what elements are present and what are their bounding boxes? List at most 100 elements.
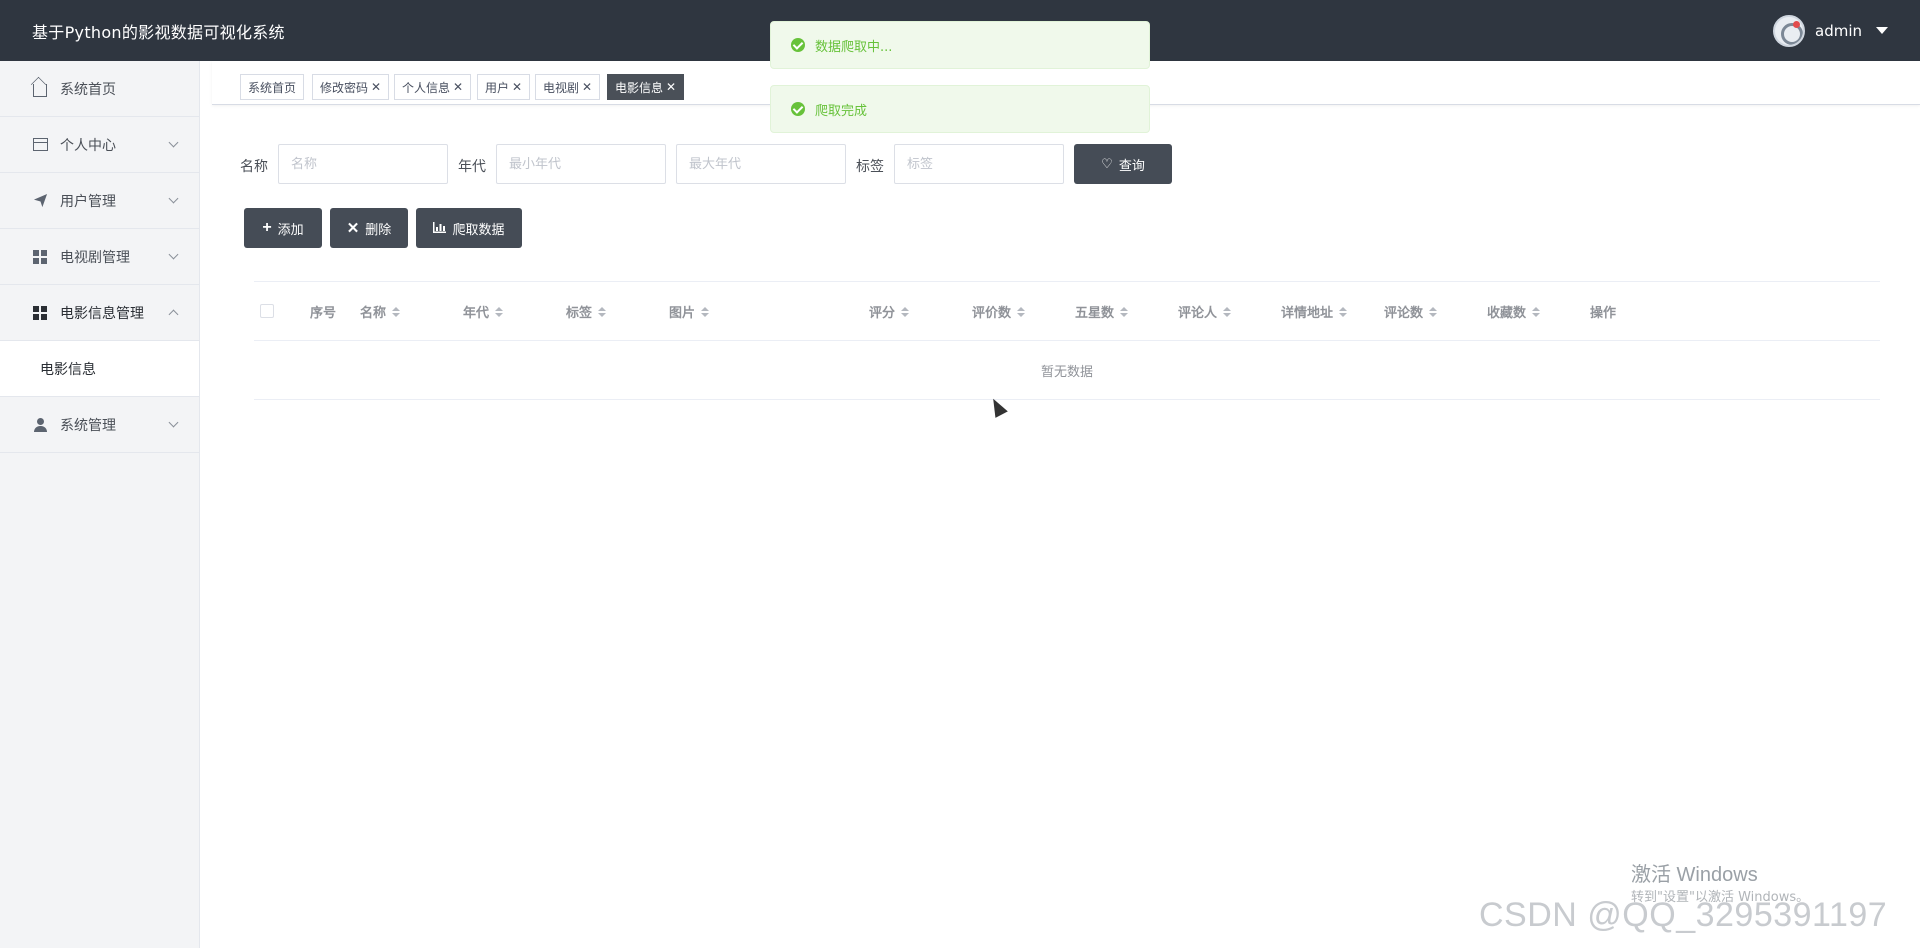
- sidebar: 系统首页 个人中心 用户管理 电视剧管理 电影信息管理 电影信息 系统管理: [0, 61, 200, 948]
- column-header[interactable]: 五星数: [1075, 302, 1129, 321]
- sidebar-item-label: 电视剧管理: [60, 249, 130, 266]
- sort-icon: [392, 306, 401, 317]
- column-header[interactable]: 标签: [566, 302, 607, 321]
- chevron-down-icon: [168, 249, 179, 260]
- crawl-data-button-label: 爬取数据: [452, 221, 505, 237]
- sort-icon: [1223, 306, 1232, 317]
- column-header[interactable]: 评论人: [1178, 302, 1232, 321]
- notification-crawl-complete: 爬取完成: [770, 85, 1150, 133]
- tag-tv-series[interactable]: 电视剧 ✕: [535, 74, 601, 100]
- crawl-data-button[interactable]: 爬取数据: [416, 208, 522, 248]
- add-button[interactable]: + 添加: [244, 208, 322, 248]
- column-header[interactable]: 评分: [869, 302, 910, 321]
- tag-personal-info[interactable]: 个人信息 ✕: [394, 74, 472, 100]
- sidebar-item-label: 用户管理: [60, 193, 116, 210]
- heart-icon: ♡: [1101, 156, 1113, 171]
- chevron-down-icon: [168, 137, 179, 148]
- movie-table: 序号 名称 年代 标签 图片 评分 评价数 五星数 评论人 详情地址 评论数 收…: [254, 281, 1880, 400]
- close-icon: ✕: [346, 220, 360, 237]
- csdn-watermark: CSDN @QQ_3295391197: [1479, 896, 1888, 934]
- close-icon[interactable]: ✕: [582, 80, 592, 94]
- app-title: 基于Python的影视数据可视化系统: [32, 22, 285, 42]
- tag-label: 个人信息: [402, 80, 451, 95]
- user-menu[interactable]: admin: [1773, 14, 1888, 47]
- chevron-down-icon: [168, 417, 179, 428]
- caret-down-icon[interactable]: [1876, 27, 1888, 34]
- tag-label: 电影信息: [615, 80, 664, 95]
- sort-icon: [598, 306, 607, 317]
- add-button-label: 添加: [277, 221, 304, 237]
- sidebar-item-system-management[interactable]: 系统管理: [0, 397, 199, 453]
- notification-text: 数据爬取中...: [815, 39, 893, 55]
- notification-crawling: 数据爬取中...: [770, 21, 1150, 69]
- column-header[interactable]: 评论数: [1384, 302, 1438, 321]
- sidebar-item-tv-management[interactable]: 电视剧管理: [0, 229, 199, 285]
- home-icon: [32, 81, 48, 97]
- success-icon: [791, 102, 805, 116]
- max-year-input[interactable]: [676, 144, 846, 184]
- column-header: 序号: [310, 306, 337, 321]
- sort-icon: [1429, 306, 1438, 317]
- sidebar-item-home[interactable]: 系统首页: [0, 61, 199, 117]
- empty-state: 暂无数据: [254, 341, 1880, 400]
- chevron-down-icon: [168, 193, 179, 204]
- query-button-label: 查询: [1118, 157, 1145, 173]
- select-all-checkbox[interactable]: [260, 304, 274, 318]
- column-header[interactable]: 详情地址: [1281, 302, 1348, 321]
- sort-icon: [1339, 306, 1348, 317]
- sidebar-item-label: 系统首页: [60, 81, 116, 98]
- person-icon: [32, 417, 48, 433]
- query-button[interactable]: ♡ 查询: [1074, 144, 1172, 184]
- column-header[interactable]: 名称: [360, 302, 401, 321]
- windows-activation-watermark: 激活 Windows: [1631, 864, 1758, 886]
- close-icon[interactable]: ✕: [371, 80, 381, 94]
- sidebar-item-user-management[interactable]: 用户管理: [0, 173, 199, 229]
- sidebar-item-movie-management[interactable]: 电影信息管理: [0, 285, 199, 341]
- sort-icon: [495, 306, 504, 317]
- tag-input[interactable]: [894, 144, 1064, 184]
- name-label: 名称: [240, 159, 268, 175]
- plus-icon: +: [262, 219, 272, 236]
- tag-movie-info[interactable]: 电影信息 ✕: [607, 74, 685, 100]
- column-header[interactable]: 评价数: [972, 302, 1026, 321]
- username[interactable]: admin: [1815, 22, 1862, 40]
- success-icon: [791, 38, 805, 52]
- delete-button[interactable]: ✕ 删除: [330, 208, 408, 248]
- sort-icon: [701, 306, 710, 317]
- sort-icon: [901, 306, 910, 317]
- column-header[interactable]: 年代: [463, 302, 504, 321]
- sort-icon: [1017, 306, 1026, 317]
- tag-home[interactable]: 系统首页: [240, 74, 305, 100]
- close-icon[interactable]: ✕: [666, 80, 676, 94]
- sidebar-item-personal-center[interactable]: 个人中心: [0, 117, 199, 173]
- send-icon: [32, 193, 48, 209]
- bar-chart-icon: [433, 221, 447, 236]
- sidebar-item-label: 电影信息管理: [60, 305, 144, 322]
- grid-icon: [32, 305, 48, 321]
- card-icon: [32, 137, 48, 153]
- close-icon[interactable]: ✕: [453, 80, 463, 94]
- tag-label: 标签: [856, 159, 884, 175]
- tag-user[interactable]: 用户 ✕: [477, 74, 531, 100]
- avatar[interactable]: [1773, 14, 1805, 47]
- tag-change-password[interactable]: 修改密码 ✕: [312, 74, 390, 100]
- sidebar-subitem-movie-info[interactable]: 电影信息: [0, 341, 199, 397]
- sort-icon: [1532, 306, 1541, 317]
- close-icon[interactable]: ✕: [512, 80, 522, 94]
- tag-label: 系统首页: [248, 80, 297, 95]
- min-year-input[interactable]: [496, 144, 666, 184]
- column-header: 操作: [1590, 306, 1617, 321]
- tag-label: 电视剧: [543, 80, 580, 95]
- table-header: 序号 名称 年代 标签 图片 评分 评价数 五星数 评论人 详情地址 评论数 收…: [254, 282, 1880, 341]
- chevron-up-icon: [168, 309, 179, 320]
- name-input[interactable]: [278, 144, 448, 184]
- sort-icon: [1120, 306, 1129, 317]
- sidebar-item-label: 系统管理: [60, 417, 116, 434]
- column-header[interactable]: 图片: [669, 302, 710, 321]
- column-header[interactable]: 收藏数: [1487, 302, 1541, 321]
- grid-icon: [32, 249, 48, 265]
- sidebar-item-label: 个人中心: [60, 137, 116, 154]
- year-label: 年代: [458, 159, 486, 175]
- notification-text: 爬取完成: [815, 103, 868, 119]
- tag-label: 用户: [485, 80, 510, 95]
